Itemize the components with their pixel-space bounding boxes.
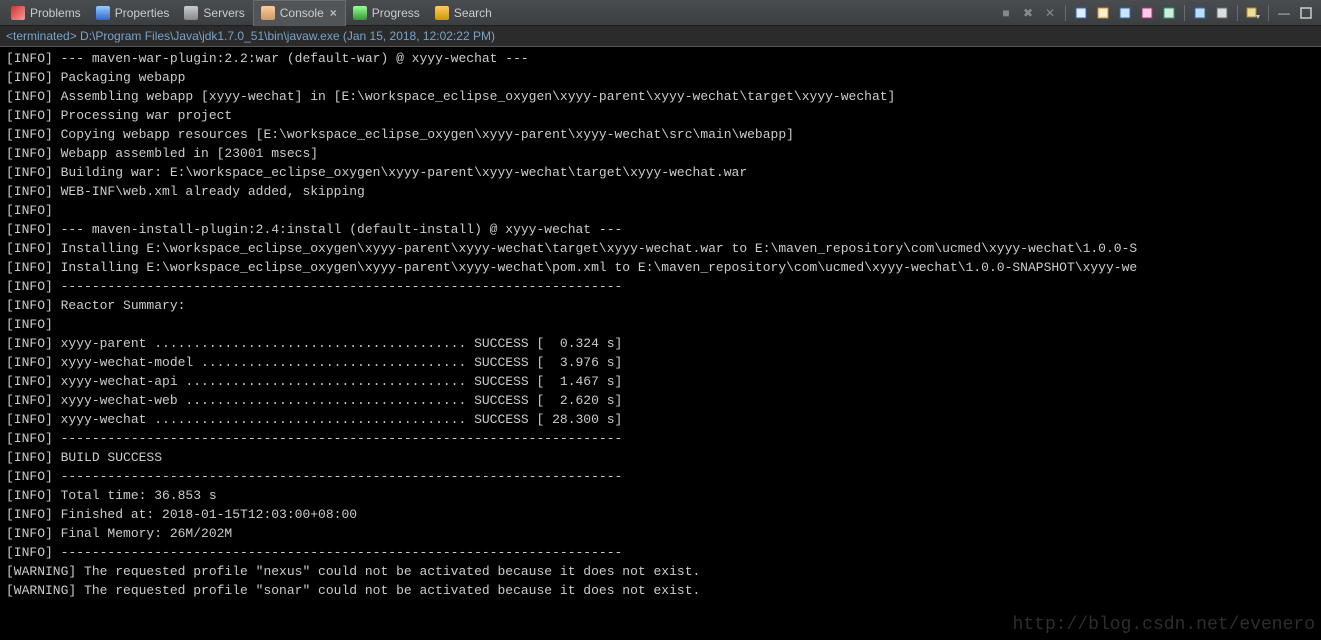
console-toolbar: ■ ✖ ✕ — — [997, 4, 1321, 22]
maximize-icon[interactable] — [1297, 4, 1315, 22]
properties-icon — [95, 5, 111, 21]
tab-label: Progress — [372, 6, 420, 20]
separator — [1268, 5, 1269, 21]
tab-search[interactable]: Search — [428, 0, 500, 26]
console-icon — [260, 5, 276, 21]
tab-label: Properties — [115, 6, 170, 20]
tab-label: Servers — [203, 6, 244, 20]
search-icon — [434, 5, 450, 21]
tab-properties[interactable]: Properties — [89, 0, 178, 26]
separator — [1065, 5, 1066, 21]
close-icon[interactable]: × — [330, 6, 337, 20]
remove-launch-icon[interactable]: ✕ — [1041, 4, 1059, 22]
terminated-status: <terminated> D:\Program Files\Java\jdk1.… — [0, 26, 1321, 47]
separator — [1184, 5, 1185, 21]
progress-icon — [352, 5, 368, 21]
tab-label: Console — [280, 6, 324, 20]
view-tab-bar: Problems Properties Servers Console × Pr… — [0, 0, 1321, 26]
tab-label: Problems — [30, 6, 81, 20]
tab-progress[interactable]: Progress — [346, 0, 428, 26]
tab-label: Search — [454, 6, 492, 20]
scroll-lock-icon[interactable] — [1094, 4, 1112, 22]
open-console-icon[interactable] — [1160, 4, 1178, 22]
minimize-icon[interactable]: — — [1275, 4, 1293, 22]
tab-console[interactable]: Console × — [253, 0, 346, 26]
console-output[interactable]: [INFO] --- maven-war-plugin:2.2:war (def… — [0, 47, 1321, 640]
servers-icon — [183, 5, 199, 21]
clear-console-icon[interactable] — [1072, 4, 1090, 22]
terminate-all-icon[interactable]: ✖ — [1019, 4, 1037, 22]
tab-servers[interactable]: Servers — [177, 0, 252, 26]
display-selected-icon[interactable] — [1138, 4, 1156, 22]
problems-icon — [10, 5, 26, 21]
show-console-icon[interactable] — [1213, 4, 1231, 22]
new-console-icon[interactable] — [1191, 4, 1209, 22]
tab-problems[interactable]: Problems — [4, 0, 89, 26]
separator — [1237, 5, 1238, 21]
watermark-text: http://blog.csdn.net/evenero — [1013, 615, 1315, 635]
dropdown-icon[interactable] — [1244, 4, 1262, 22]
pin-console-icon[interactable] — [1116, 4, 1134, 22]
terminate-icon[interactable]: ■ — [997, 4, 1015, 22]
